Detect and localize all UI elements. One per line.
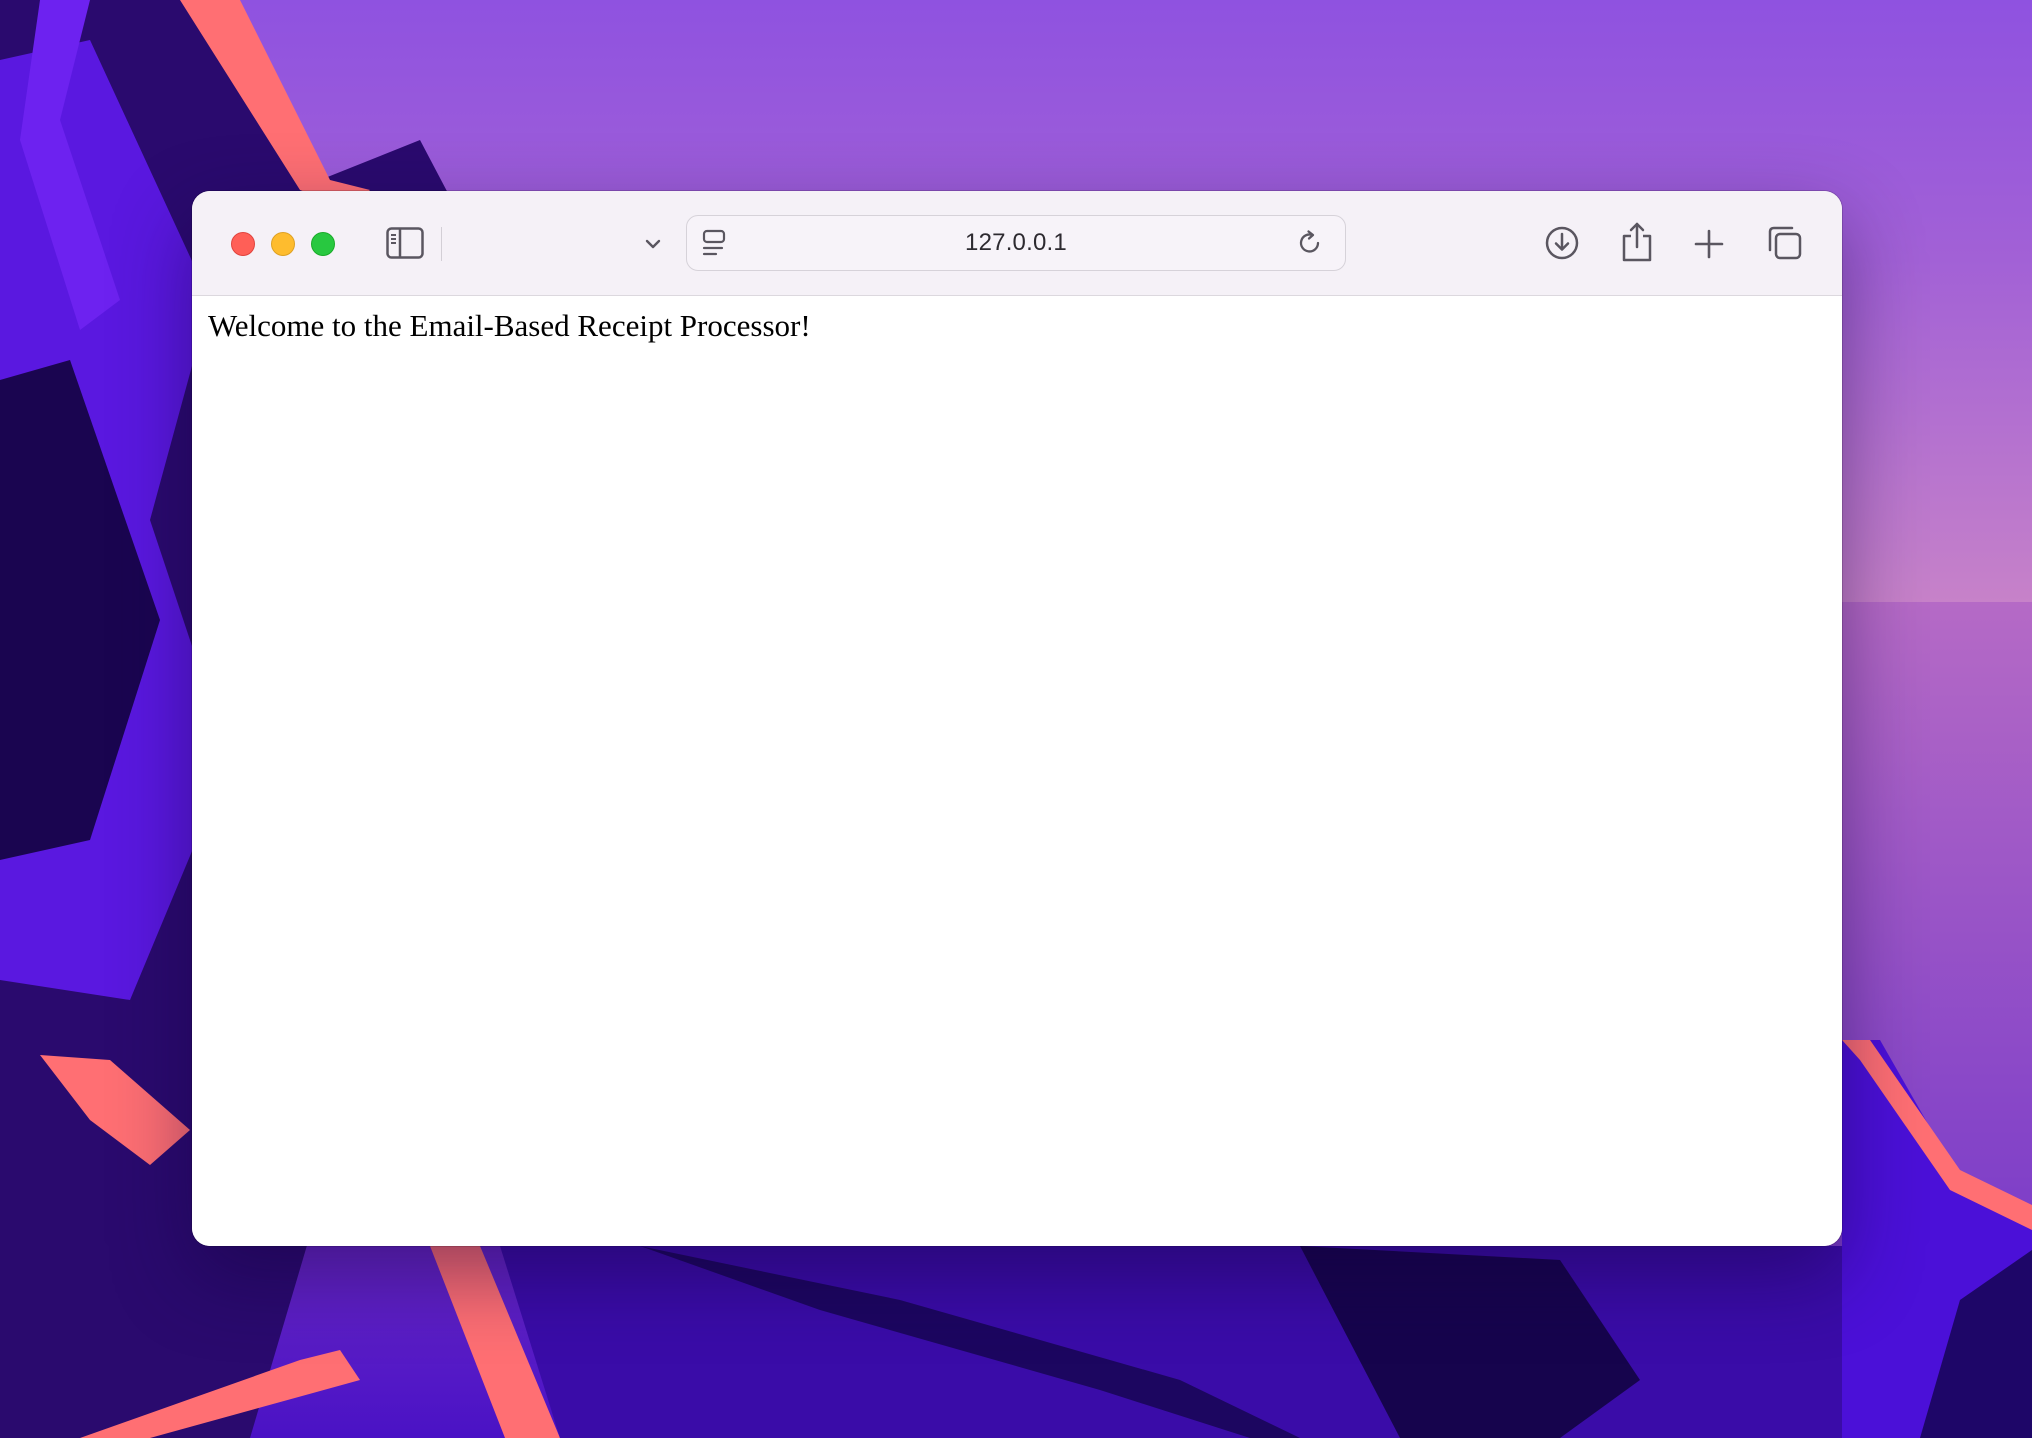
address-bar[interactable]: 127.0.0.1 bbox=[686, 215, 1346, 271]
toolbar-divider bbox=[441, 227, 442, 261]
tab-overview-icon bbox=[1768, 226, 1802, 260]
reload-icon bbox=[1299, 230, 1320, 253]
sidebar-toggle-button[interactable] bbox=[385, 225, 425, 261]
new-tab-button[interactable] bbox=[1690, 225, 1728, 263]
downloads-button[interactable] bbox=[1542, 223, 1582, 263]
sidebar-icon bbox=[386, 227, 424, 259]
reload-button[interactable] bbox=[1295, 228, 1325, 258]
chevron-down-icon bbox=[645, 239, 661, 249]
share-button[interactable] bbox=[1617, 219, 1657, 265]
browser-toolbar: 127.0.0.1 bbox=[192, 191, 1842, 296]
tab-overview-button[interactable] bbox=[1765, 223, 1805, 263]
share-icon bbox=[1622, 222, 1652, 262]
close-window-button[interactable] bbox=[231, 232, 255, 256]
browser-window: 127.0.0.1 Welcome to the Email-Based Rec… bbox=[192, 191, 1842, 1246]
welcome-text: Welcome to the Email-Based Receipt Proce… bbox=[208, 308, 811, 343]
new-tab-icon bbox=[1694, 229, 1724, 259]
maximize-window-button[interactable] bbox=[311, 232, 335, 256]
url-text[interactable]: 127.0.0.1 bbox=[687, 216, 1345, 270]
tab-group-menu-button[interactable] bbox=[642, 233, 664, 255]
desktop: 127.0.0.1 Welcome to the Email-Based Rec… bbox=[0, 0, 2032, 1438]
minimize-window-button[interactable] bbox=[271, 232, 295, 256]
download-icon bbox=[1545, 226, 1579, 260]
page-content: Welcome to the Email-Based Receipt Proce… bbox=[192, 296, 1842, 1246]
